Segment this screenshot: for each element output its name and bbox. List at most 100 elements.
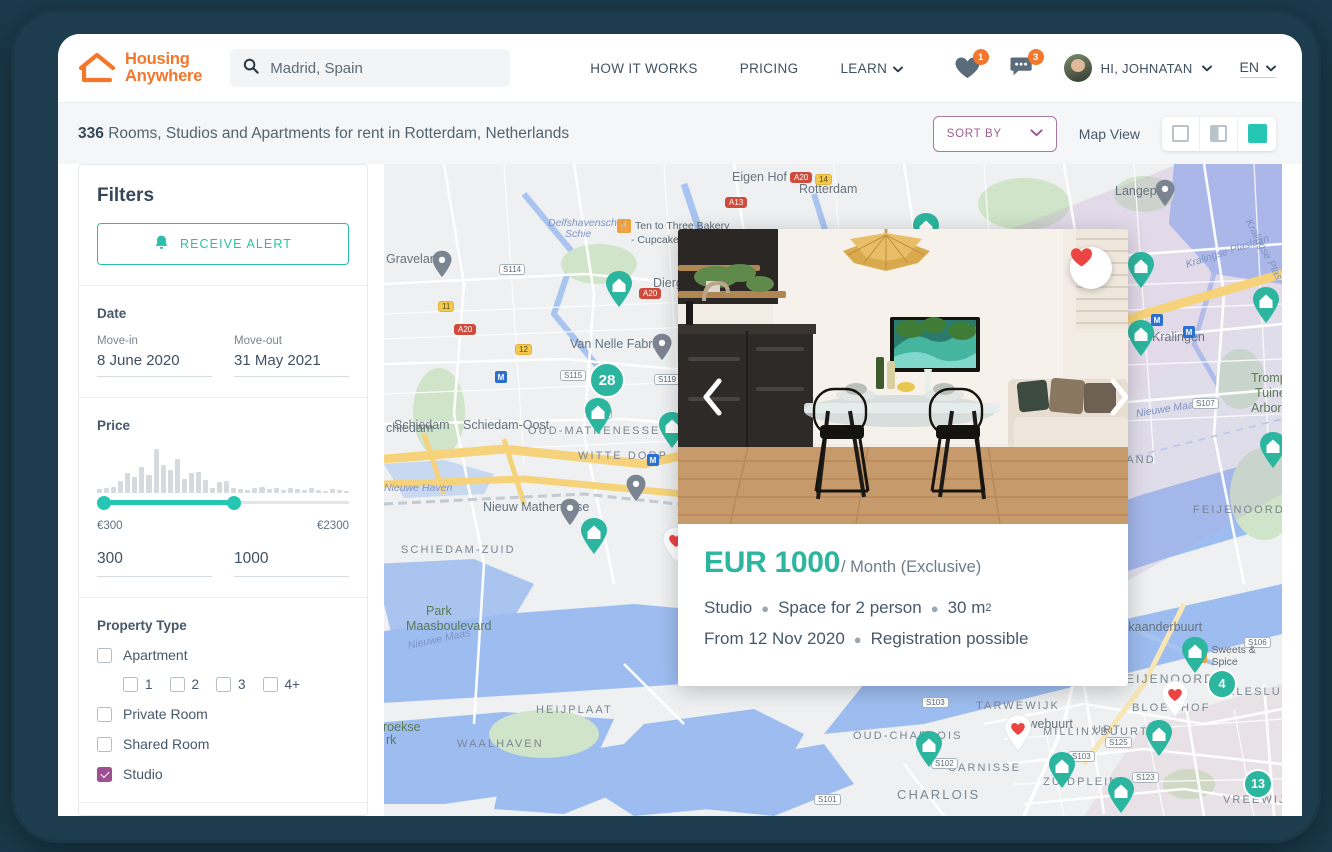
sort-by-label: SORT BY [946, 127, 1002, 140]
main-content: Filters RECEIVE ALERT Date Move-in 8 Jun… [58, 164, 1302, 816]
histogram-bar [104, 488, 110, 493]
histogram-bar [210, 488, 216, 493]
map-pin-listing[interactable] [1126, 319, 1156, 357]
sort-by-dropdown[interactable]: SORT BY [932, 115, 1057, 152]
site-logo[interactable]: Housing Anywhere [78, 51, 202, 85]
map-pin-listing[interactable] [1144, 719, 1174, 757]
map-canvas[interactable]: OVERSCHIEOVERSCHIELISKWARTIEROUDE NOORDE… [384, 164, 1282, 816]
map-pin-listing[interactable] [1126, 251, 1156, 289]
map-pin-listing[interactable] [1251, 286, 1281, 324]
property-meta-row-1: Studio ● Space for 2 person ● 30 m2 [704, 598, 1102, 618]
receive-alert-button[interactable]: RECEIVE ALERT [97, 223, 349, 265]
property-price-period: / Month (Exclusive) [841, 558, 982, 576]
date-heading: Date [97, 306, 127, 321]
map-pin-listing[interactable] [583, 397, 613, 435]
map-cluster[interactable]: 13 [1243, 769, 1273, 799]
filters-title: Filters [97, 185, 155, 206]
road-shield: A20 [790, 172, 813, 183]
map-pin-poi[interactable] [1154, 179, 1176, 207]
price-min-input[interactable]: 300 [97, 550, 212, 577]
view-mode-toggle [1162, 116, 1276, 151]
property-type-section: Property Type Apartment 1 2 3 4+ Private… [79, 598, 367, 803]
move-in-value: 8 June 2020 [97, 352, 212, 377]
view-mode-list[interactable] [1162, 116, 1200, 151]
header-actions: 1 3 HI, JOHNATAN EN [954, 49, 1276, 82]
view-mode-split[interactable] [1200, 116, 1238, 151]
road-shield: S107 [1192, 398, 1219, 409]
checkbox-apartment[interactable]: Apartment [97, 647, 349, 663]
favorite-button[interactable] [1070, 247, 1112, 289]
histogram-bar [273, 488, 279, 493]
slider-knob-min[interactable] [97, 496, 111, 510]
split-view-icon [1210, 125, 1227, 142]
checkbox-bedrooms-1[interactable]: 1 [123, 677, 153, 692]
nav-item-how-it-works[interactable]: HOW IT WORKS [590, 61, 697, 76]
favorites-badge: 1 [972, 49, 989, 65]
checkbox-label: Shared Room [123, 736, 210, 752]
checkbox-box [169, 677, 185, 692]
map-cluster[interactable]: 28 [589, 362, 625, 398]
separator-dot: ● [761, 600, 770, 616]
histogram-bar [217, 482, 223, 493]
checkbox-shared-room[interactable]: Shared Room [97, 736, 349, 752]
property-card[interactable]: EUR 1000 / Month (Exclusive) Studio ● Sp… [678, 229, 1128, 686]
favorites-button[interactable]: 1 [954, 49, 989, 80]
checkbox-box [216, 677, 232, 692]
metro-station-icon: M [1183, 326, 1195, 338]
map-pin-listing[interactable] [604, 270, 634, 308]
map-pin-poi[interactable] [625, 474, 647, 502]
map-pin-poi[interactable] [431, 250, 453, 278]
filters-header-section: Filters RECEIVE ALERT [79, 165, 367, 286]
furnishing-section: Furnishing [79, 803, 367, 815]
histogram-bar [231, 487, 237, 493]
map-pin-favorite[interactable] [1160, 680, 1190, 718]
histogram-bar [111, 486, 117, 493]
move-in-field[interactable]: Move-in 8 June 2020 [97, 335, 212, 377]
histogram-bar [118, 481, 124, 493]
nav-item-pricing[interactable]: PRICING [740, 61, 799, 76]
chevron-down-icon [893, 61, 904, 76]
map-cluster[interactable]: 4 [1207, 669, 1237, 699]
histogram-bar [294, 489, 300, 493]
road-shield: S115 [560, 370, 587, 381]
road-shield: A20 [454, 324, 477, 335]
metro-station-icon: M [647, 454, 659, 466]
messages-button[interactable]: 3 [1009, 49, 1044, 80]
road-shield: 14 [815, 174, 832, 185]
price-max-input[interactable]: 1000 [234, 550, 349, 577]
results-bar: 336 Rooms, Studios and Apartments for re… [58, 102, 1302, 164]
checkbox-bedrooms-2[interactable]: 2 [169, 677, 199, 692]
map-pin-listing[interactable] [914, 730, 944, 768]
map-pin-listing[interactable] [1106, 776, 1136, 814]
checkbox-label: Studio [123, 766, 163, 782]
checkbox-box [123, 677, 138, 692]
map-pin-poi[interactable] [559, 498, 581, 526]
view-mode-map[interactable] [1238, 117, 1276, 151]
histogram-bar [259, 486, 265, 493]
property-meta-row-2: From 12 Nov 2020 ● Registration possible [704, 629, 1102, 649]
property-available-from: From 12 Nov 2020 [704, 629, 845, 648]
checkbox-private-room[interactable]: Private Room [97, 706, 349, 722]
histogram-bar [301, 490, 307, 493]
checkbox-bedrooms-3[interactable]: 3 [216, 677, 246, 692]
histogram-bar [167, 470, 173, 493]
price-slider[interactable] [97, 495, 349, 511]
map-pin-listing[interactable] [1258, 431, 1282, 469]
map-pin-poi[interactable] [651, 333, 673, 361]
slider-knob-max[interactable] [227, 496, 241, 510]
property-capacity: Space for 2 person [778, 598, 922, 617]
map-pin-listing[interactable] [1047, 751, 1077, 789]
checkbox-studio[interactable]: Studio [97, 766, 349, 782]
language-selector[interactable]: EN [1239, 59, 1276, 78]
map-pin-favorite[interactable] [1003, 714, 1033, 752]
move-in-label: Move-in [97, 335, 138, 347]
map-pin-listing[interactable] [1180, 636, 1210, 674]
nav-item-learn[interactable]: LEARN [840, 61, 904, 76]
checkbox-bedrooms-4plus[interactable]: 4+ [262, 677, 300, 692]
receive-alert-label: RECEIVE ALERT [179, 237, 293, 251]
separator-dot: ● [853, 631, 862, 647]
move-out-field[interactable]: Move-out 31 May 2021 [234, 335, 349, 377]
search-input[interactable]: Madrid, Spain [230, 49, 511, 87]
user-menu[interactable]: HI, JOHNATAN [1063, 54, 1212, 82]
map-pin-listing[interactable] [579, 517, 609, 555]
